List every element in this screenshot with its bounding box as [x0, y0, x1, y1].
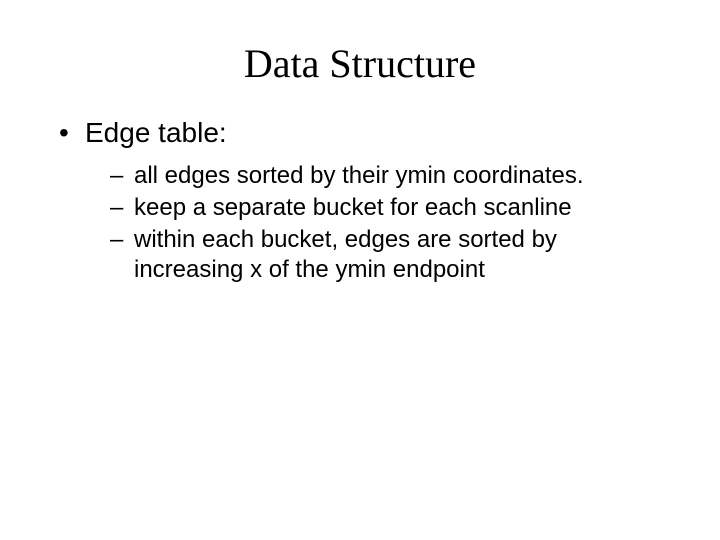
- sub-bullet-item: all edges sorted by their ymin coordinat…: [110, 161, 665, 191]
- slide-body: Edge table: all edges sorted by their ym…: [0, 87, 720, 285]
- sub-bullet-text: keep a separate bucket for each scanline: [134, 194, 572, 221]
- sub-bullet-list: all edges sorted by their ymin coordinat…: [55, 161, 665, 285]
- bullet-item: Edge table:: [55, 117, 665, 149]
- sub-bullet-item: within each bucket, edges are sorted by …: [110, 225, 665, 285]
- sub-bullet-item: keep a separate bucket for each scanline: [110, 193, 665, 223]
- sub-bullet-text: all edges sorted by their ymin coordinat…: [134, 162, 584, 189]
- slide: Data Structure Edge table: all edges sor…: [0, 0, 720, 540]
- bullet-text: Edge table:: [85, 117, 227, 148]
- sub-bullet-text: within each bucket, edges are sorted by …: [134, 226, 557, 283]
- slide-title: Data Structure: [0, 0, 720, 87]
